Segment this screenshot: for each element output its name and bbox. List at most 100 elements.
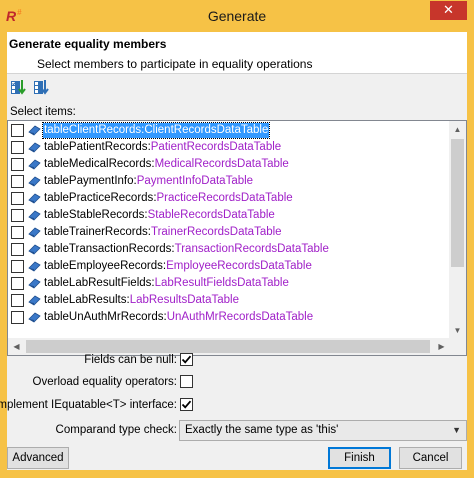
item-label: tableTrainerRecords:TrainerRecordsDataTa… — [44, 226, 282, 238]
member-name: tableTransactionRecords — [44, 243, 172, 255]
horizontal-scrollbar[interactable]: ◀ ▶ — [8, 338, 450, 355]
finish-button[interactable]: Finish — [328, 447, 391, 469]
item-label: tableStableRecords:StableRecordsDataTabl… — [44, 209, 275, 221]
dialog-footer: Advanced Finish Cancel — [7, 445, 467, 470]
scroll-corner — [449, 338, 466, 355]
field-icon — [28, 227, 41, 238]
overload-checkbox[interactable] — [180, 375, 193, 388]
scroll-up-icon[interactable]: ▲ — [449, 121, 466, 138]
field-icon — [28, 193, 41, 204]
item-checkbox[interactable] — [11, 311, 24, 324]
member-type: PaymentInfoDataTable — [136, 175, 254, 187]
scroll-down-icon[interactable]: ▼ — [449, 322, 466, 339]
header-subtitle: Select members to participate in equalit… — [37, 57, 313, 71]
list-item[interactable]: tableStableRecords:StableRecordsDataTabl… — [8, 207, 448, 224]
field-icon — [28, 210, 41, 221]
overload-label: Overload equality operators: — [32, 376, 177, 388]
vertical-scrollbar[interactable]: ▲ ▼ — [449, 121, 466, 339]
member-name: tableMedicalRecords — [44, 158, 152, 170]
list-item[interactable]: tablePracticeRecords:PracticeRecordsData… — [8, 190, 448, 207]
item-label: tablePatientRecords:PatientRecordsDataTa… — [44, 141, 282, 153]
list-item[interactable]: tableTrainerRecords:TrainerRecordsDataTa… — [8, 224, 448, 241]
item-checkbox[interactable] — [11, 124, 24, 137]
member-type: TrainerRecordsDataTable — [150, 226, 282, 238]
comparand-label: Comparand type check: — [55, 424, 177, 436]
field-icon — [28, 176, 41, 187]
toolbar — [7, 76, 467, 100]
list-item[interactable]: tablePatientRecords:PatientRecordsDataTa… — [8, 139, 448, 156]
field-icon — [28, 142, 41, 153]
window-title: Generate — [207, 8, 267, 24]
field-icon — [28, 278, 41, 289]
member-name: tableClientRecords — [44, 124, 142, 136]
close-button[interactable]: ✕ — [430, 1, 467, 20]
item-label: tableUnAuthMrRecords:UnAuthMrRecordsData… — [44, 311, 314, 323]
item-checkbox[interactable] — [11, 141, 24, 154]
comparand-select[interactable]: Exactly the same type as 'this' ▼ — [179, 420, 467, 441]
header-title: Generate equality members — [9, 37, 167, 51]
list-item[interactable]: tableTransactionRecords:TransactionRecor… — [8, 241, 448, 258]
member-type: LabResultsDataTable — [129, 294, 240, 306]
member-name: tableLabResults — [44, 294, 127, 306]
unselect-all-icon[interactable] — [33, 78, 51, 98]
list-item[interactable]: tableEmployeeRecords:EmployeeRecordsData… — [8, 258, 448, 275]
title-bar[interactable]: R # Generate ✕ — [0, 0, 474, 32]
item-checkbox[interactable] — [11, 226, 24, 239]
member-type: LabResultFieldsDataTable — [154, 277, 289, 289]
member-type: MedicalRecordsDataTable — [154, 158, 289, 170]
member-type: PracticeRecordsDataTable — [156, 192, 293, 204]
checkmark-icon — [181, 355, 192, 364]
item-checkbox[interactable] — [11, 260, 24, 273]
member-type: TransactionRecordsDataTable — [174, 243, 329, 255]
member-type: PatientRecordsDataTable — [150, 141, 282, 153]
chevron-down-icon: ▼ — [452, 425, 461, 435]
list-item[interactable]: tableLabResults:LabResultsDataTable — [8, 292, 448, 309]
field-icon — [28, 159, 41, 170]
member-name: tablePatientRecords — [44, 141, 148, 153]
member-name: tablePracticeRecords — [44, 192, 154, 204]
item-checkbox[interactable] — [11, 158, 24, 171]
member-name: tablePaymentInfo — [44, 175, 134, 187]
list-item[interactable]: tableClientRecords:ClientRecordsDataTabl… — [8, 122, 448, 139]
item-label: tableLabResults:LabResultsDataTable — [44, 294, 240, 306]
list-item[interactable]: tablePaymentInfo:PaymentInfoDataTable — [8, 173, 448, 190]
list-item[interactable]: tableLabResultFields:LabResultFieldsData… — [8, 275, 448, 292]
member-name: tableUnAuthMrRecords — [44, 311, 164, 323]
member-list[interactable]: tableClientRecords:ClientRecordsDataTabl… — [7, 120, 467, 356]
item-checkbox[interactable] — [11, 209, 24, 222]
item-checkbox[interactable] — [11, 243, 24, 256]
checkmark-icon — [181, 400, 192, 409]
scroll-thumb[interactable] — [451, 139, 464, 267]
member-type: StableRecordsDataTable — [147, 209, 275, 221]
field-icon — [28, 261, 41, 272]
item-checkbox[interactable] — [11, 277, 24, 290]
member-name: tableStableRecords — [44, 209, 145, 221]
hscroll-thumb[interactable] — [26, 340, 430, 353]
item-checkbox[interactable] — [11, 175, 24, 188]
item-label: tablePracticeRecords:PracticeRecordsData… — [44, 192, 293, 204]
comparand-value: Exactly the same type as 'this' — [185, 424, 339, 436]
cancel-button[interactable]: Cancel — [399, 447, 462, 469]
item-label: tableLabResultFields:LabResultFieldsData… — [44, 277, 289, 289]
item-checkbox[interactable] — [11, 294, 24, 307]
member-name: tableEmployeeRecords — [44, 260, 163, 272]
field-icon — [28, 295, 41, 306]
list-item[interactable]: tableMedicalRecords:MedicalRecordsDataTa… — [8, 156, 448, 173]
member-name: tableTrainerRecords — [44, 226, 148, 238]
item-checkbox[interactable] — [11, 192, 24, 205]
member-type: UnAuthMrRecordsDataTable — [166, 311, 314, 323]
nullable-checkbox[interactable] — [180, 353, 193, 366]
scroll-right-icon[interactable]: ▶ — [433, 338, 450, 355]
field-icon — [28, 244, 41, 255]
item-label: tableTransactionRecords:TransactionRecor… — [44, 243, 329, 255]
list-item[interactable]: tableUnAuthMrRecords:UnAuthMrRecordsData… — [8, 309, 448, 326]
generate-dialog: R # Generate ✕ Generate equality members … — [0, 0, 474, 478]
advanced-button[interactable]: Advanced — [7, 447, 69, 469]
scroll-left-icon[interactable]: ◀ — [8, 338, 25, 355]
iequatable-checkbox[interactable] — [180, 398, 193, 411]
field-icon — [28, 312, 41, 323]
field-icon — [28, 125, 41, 136]
item-label: tablePaymentInfo:PaymentInfoDataTable — [44, 175, 254, 187]
select-all-icon[interactable] — [10, 78, 28, 98]
item-label: tableEmployeeRecords:EmployeeRecordsData… — [44, 260, 312, 272]
